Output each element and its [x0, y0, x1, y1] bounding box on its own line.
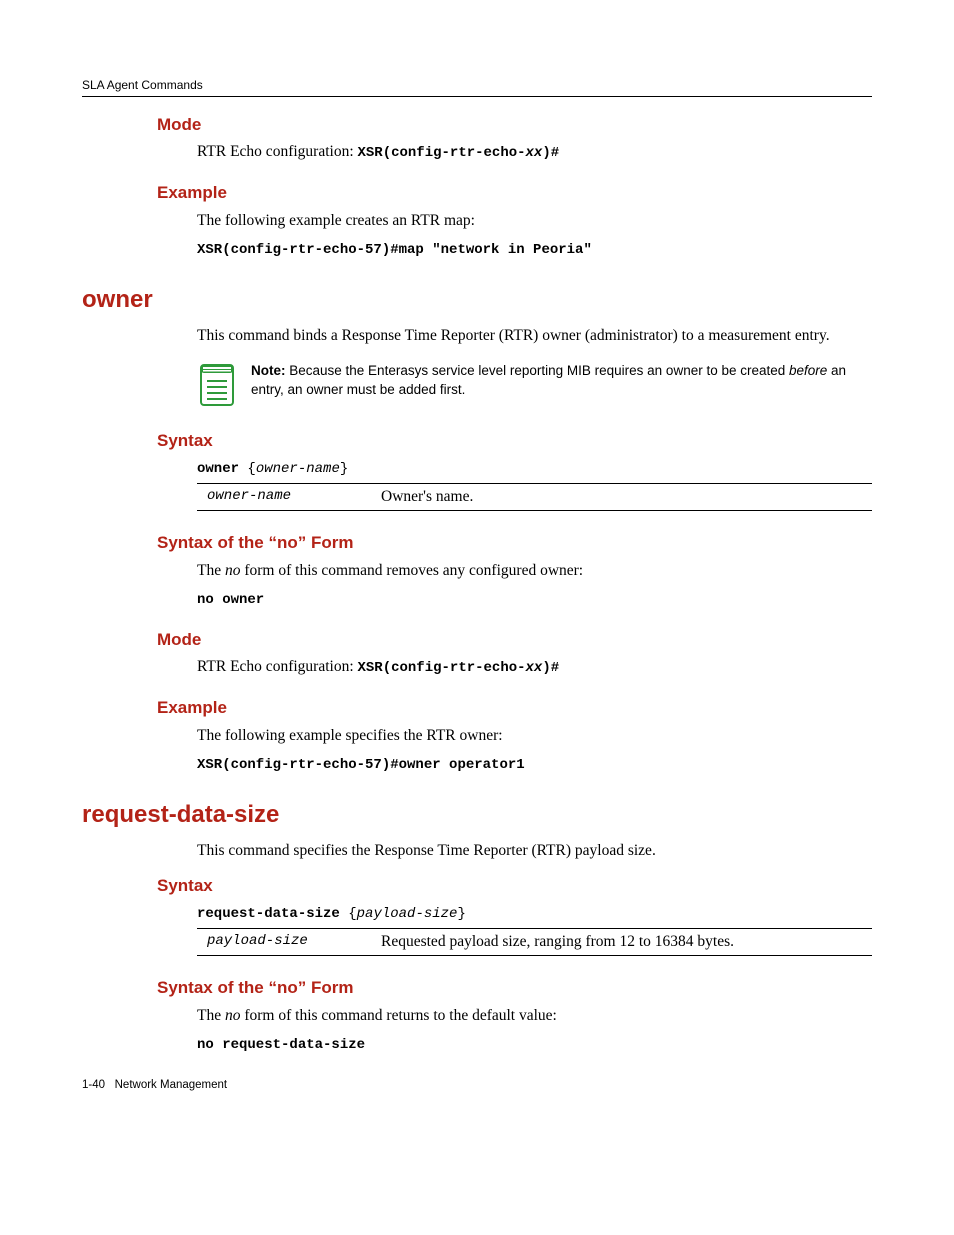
rds-intro: This command specifies the Response Time…	[197, 841, 872, 862]
param-name: owner-name	[197, 488, 377, 506]
no-form-code: no owner	[197, 592, 872, 608]
syntax-definition-rds: request-data-size {payload-size}	[197, 904, 872, 928]
no-form-text: The no form of this command removes any …	[197, 561, 872, 582]
command-title-rds: request-data-size	[82, 801, 872, 829]
syntax-definition: owner {owner-name}	[197, 459, 872, 483]
example-code: XSR(config-rtr-echo-57)#map "network in …	[197, 242, 872, 258]
heading-no-form: Syntax of the “no” Form	[157, 533, 872, 553]
heading-example: Example	[157, 183, 872, 203]
note-text-a: Because the Enterasys service level repo…	[286, 363, 790, 378]
param-row: owner-name Owner's name.	[197, 483, 872, 511]
footer-page: 1-40	[82, 1079, 105, 1091]
mode-code-2a: XSR(config-rtr-echo-	[358, 660, 526, 676]
no-form-rds-i: no	[225, 1007, 241, 1024]
no-form-rds-b: form of this command returns to the defa…	[240, 1007, 556, 1024]
mode-line: RTR Echo configuration: XSR(config-rtr-e…	[197, 143, 872, 161]
no-form-b: form of this command removes any configu…	[240, 562, 583, 579]
page-footer: 1-40 Network Management	[82, 1079, 872, 1091]
mode-code-2b: xx	[526, 660, 543, 676]
example-intro-2: The following example specifies the RTR …	[197, 726, 872, 747]
note-text-i: before	[789, 363, 827, 378]
heading-mode-2: Mode	[157, 630, 872, 650]
mode-code-b: xx	[526, 145, 543, 161]
heading-syntax: Syntax	[157, 431, 872, 451]
example-intro: The following example creates an RTR map…	[197, 211, 872, 232]
mode-prefix-2: RTR Echo configuration:	[197, 658, 358, 675]
no-form-text-rds: The no form of this command returns to t…	[197, 1006, 872, 1027]
mode-code-c: )#	[542, 145, 559, 161]
note-label: Note:	[251, 363, 286, 378]
param-desc: Owner's name.	[377, 488, 872, 506]
no-form-i: no	[225, 562, 241, 579]
note-text: Note: Because the Enterasys service leve…	[251, 361, 872, 400]
heading-no-form-rds: Syntax of the “no” Form	[157, 978, 872, 998]
footer-chapter: Network Management	[115, 1079, 228, 1091]
mode-code-2c: )#	[542, 660, 559, 676]
example-code-2: XSR(config-rtr-echo-57)#owner operator1	[197, 757, 872, 773]
mode-line-2: RTR Echo configuration: XSR(config-rtr-e…	[197, 658, 872, 676]
syntax-box-owner: owner {owner-name} owner-name Owner's na…	[197, 459, 872, 511]
note-icon	[197, 361, 237, 409]
page-header: SLA Agent Commands	[82, 78, 872, 97]
note-block: Note: Because the Enterasys service leve…	[197, 361, 872, 409]
param-desc-rds: Requested payload size, ranging from 12 …	[377, 933, 872, 951]
param-name-rds: payload-size	[197, 933, 377, 951]
param-row-rds: payload-size Requested payload size, ran…	[197, 928, 872, 956]
owner-intro: This command binds a Response Time Repor…	[197, 326, 872, 347]
syntax-arg-rds: payload-size	[357, 906, 458, 922]
no-form-code-rds: no request-data-size	[197, 1037, 872, 1053]
heading-example-2: Example	[157, 698, 872, 718]
no-form-rds-a: The	[197, 1007, 225, 1024]
syntax-box-rds: request-data-size {payload-size} payload…	[197, 904, 872, 956]
heading-mode: Mode	[157, 115, 872, 135]
no-form-a: The	[197, 562, 225, 579]
mode-prefix: RTR Echo configuration:	[197, 143, 358, 160]
syntax-arg: owner-name	[256, 461, 340, 477]
command-title-owner: owner	[82, 286, 872, 314]
syntax-keyword: owner	[197, 461, 239, 477]
syntax-keyword-rds: request-data-size	[197, 906, 340, 922]
heading-syntax-rds: Syntax	[157, 876, 872, 896]
mode-code-a: XSR(config-rtr-echo-	[358, 145, 526, 161]
